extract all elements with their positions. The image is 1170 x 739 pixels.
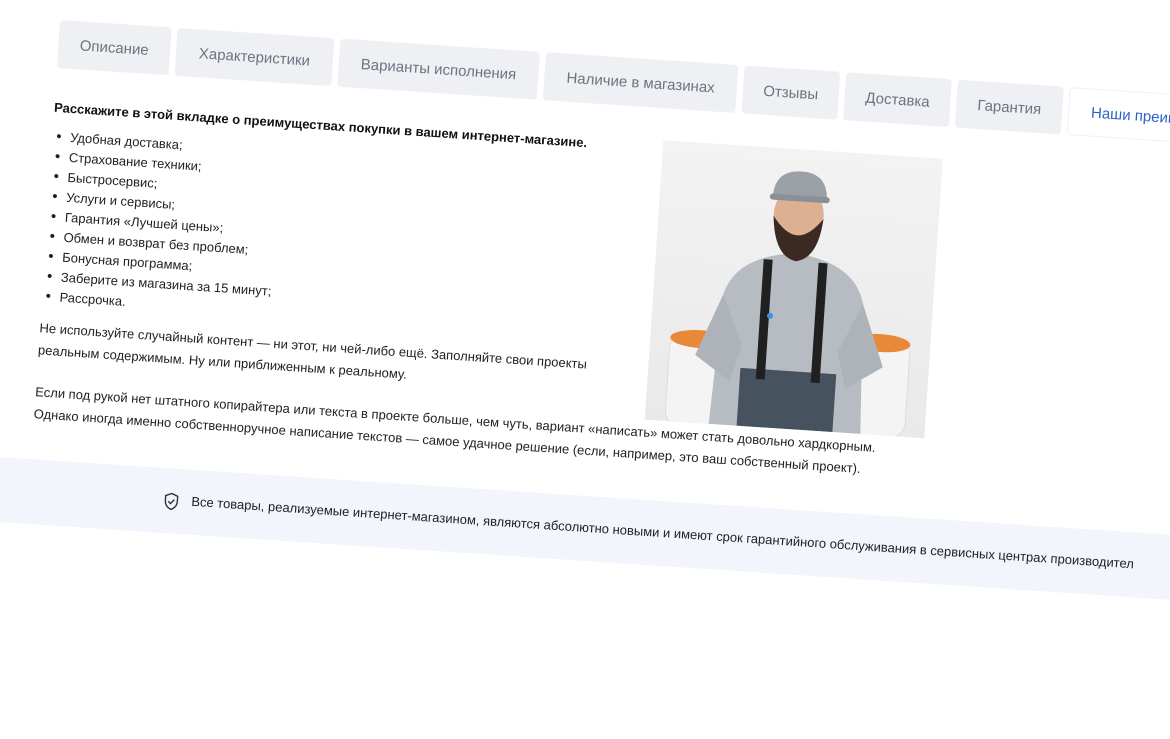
tab-bar: Описание Характеристики Варианты исполне… <box>56 20 1170 149</box>
tab-label: Характеристики <box>198 44 311 70</box>
product-tabs-section: Описание Характеристики Варианты исполне… <box>0 20 1170 739</box>
warranty-notice: Все товары, реализуемые интернет-магазин… <box>0 456 1170 605</box>
tab-label: Доставка <box>864 89 931 111</box>
tab-our-advantages[interactable]: Наши преим <box>1066 87 1170 149</box>
shield-check-icon <box>163 492 180 511</box>
tab-specifications[interactable]: Характеристики <box>174 27 335 87</box>
tab-label: Наши преим <box>1090 104 1170 127</box>
tab-label: Наличие в магазинах <box>565 69 716 97</box>
tab-delivery[interactable]: Доставка <box>843 72 953 128</box>
tab-label: Гарантия <box>976 96 1042 118</box>
tab-description[interactable]: Описание <box>56 20 172 76</box>
tab-store-availability[interactable]: Наличие в магазинах <box>542 52 739 113</box>
tab-label: Описание <box>79 36 150 59</box>
tab-variants[interactable]: Варианты исполнения <box>337 38 540 100</box>
benefits-list: Удобная доставка; Страхование техники; Б… <box>41 127 281 322</box>
tab-warranty[interactable]: Гарантия <box>954 79 1064 135</box>
notice-text: Все товары, реализуемые интернет-магазин… <box>190 493 1135 572</box>
tab-reviews[interactable]: Отзывы <box>741 65 841 120</box>
technician-photo <box>644 140 943 439</box>
tab-label: Отзывы <box>762 82 819 103</box>
tab-label: Варианты исполнения <box>360 55 517 83</box>
